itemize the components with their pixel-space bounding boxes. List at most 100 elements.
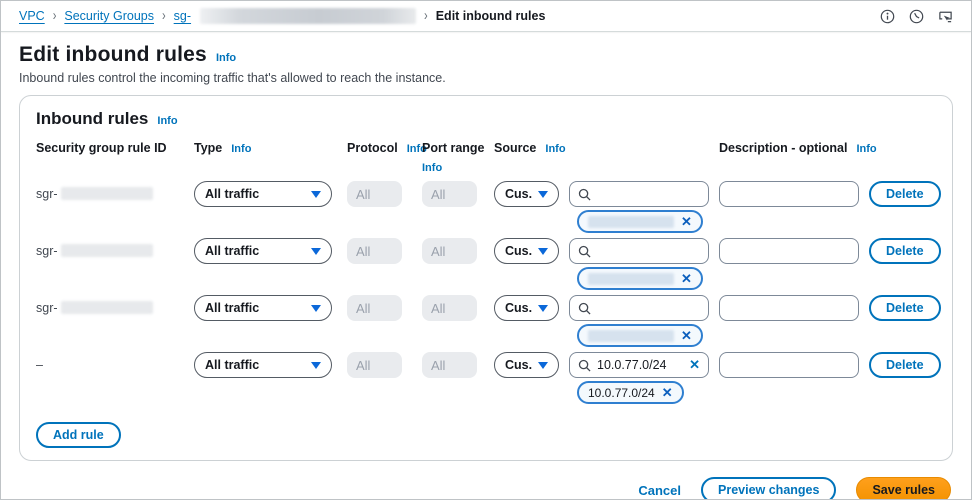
remove-token-icon[interactable]: ✕ xyxy=(681,215,692,228)
type-select[interactable]: All traffic xyxy=(194,352,332,378)
remove-token-icon[interactable]: ✕ xyxy=(681,272,692,285)
redacted-rule-id xyxy=(60,301,153,314)
source-search-input[interactable] xyxy=(597,358,684,372)
source-type-value: Cus... xyxy=(505,301,532,315)
redacted-token-text xyxy=(588,329,674,342)
page-header: Edit inbound rules Info Inbound rules co… xyxy=(1,32,971,85)
rule-id-prefix: sgr- xyxy=(36,187,58,201)
chevron-down-icon xyxy=(538,190,548,198)
delete-rule-button[interactable]: Delete xyxy=(869,238,941,264)
save-rules-button[interactable]: Save rules xyxy=(856,477,951,499)
page-title: Edit inbound rules xyxy=(19,43,207,66)
topbar-icons xyxy=(880,9,953,24)
chevron-down-icon xyxy=(311,247,321,255)
col-source: Source xyxy=(494,141,537,155)
delete-rule-button[interactable]: Delete xyxy=(869,295,941,321)
page-info-link[interactable]: Info xyxy=(216,52,236,64)
description-info-link[interactable]: Info xyxy=(856,143,876,155)
breadcrumb-security-groups[interactable]: Security Groups xyxy=(64,9,154,23)
port-range-info-link[interactable]: Info xyxy=(422,162,477,174)
source-type-select[interactable]: Cus... xyxy=(494,181,559,207)
description-input[interactable] xyxy=(719,238,859,264)
rule-id-prefix: sgr- xyxy=(36,301,58,315)
protocol-input xyxy=(347,238,402,264)
rule-id-prefix: sgr- xyxy=(36,244,58,258)
col-rule-id: Security group rule ID xyxy=(36,141,167,155)
delete-rule-button[interactable]: Delete xyxy=(869,352,941,378)
breadcrumb-current: Edit inbound rules xyxy=(435,9,546,23)
col-protocol: Protocol xyxy=(347,141,398,155)
port-range-input xyxy=(422,181,477,207)
source-token: ✕ xyxy=(577,324,703,347)
rule-row: sgr- All traffic Cus... Delete ✕ xyxy=(36,238,941,295)
cancel-button[interactable]: Cancel xyxy=(638,483,681,498)
chevron-right-icon: › xyxy=(424,8,428,24)
description-input[interactable] xyxy=(719,352,859,378)
source-type-select[interactable]: Cus... xyxy=(494,352,559,378)
footer-actions: Cancel Preview changes Save rules xyxy=(1,461,971,499)
panel-title: Inbound rules xyxy=(36,109,149,128)
chevron-down-icon xyxy=(538,304,548,312)
chevron-down-icon xyxy=(311,361,321,369)
clear-search-icon[interactable]: ✕ xyxy=(689,357,700,373)
port-range-input xyxy=(422,238,477,264)
redacted-token-text xyxy=(588,272,674,285)
feedback-icon[interactable] xyxy=(938,9,953,24)
source-token: ✕ xyxy=(577,267,703,290)
chevron-down-icon xyxy=(538,361,548,369)
breadcrumb-sg-id[interactable]: sg- xyxy=(174,9,191,23)
protocol-input xyxy=(347,181,402,207)
type-info-link[interactable]: Info xyxy=(231,143,251,155)
source-token: 10.0.77.0/24 ✕ xyxy=(577,381,684,404)
rules-list: sgr- All traffic Cus... Delete ✕ sgr- Al… xyxy=(36,181,941,409)
history-icon[interactable] xyxy=(909,9,924,24)
chevron-down-icon xyxy=(311,304,321,312)
breadcrumb-vpc[interactable]: VPC xyxy=(19,9,45,23)
source-search-box xyxy=(569,181,709,207)
source-search-input[interactable] xyxy=(597,187,700,201)
rule-id-empty: – xyxy=(36,358,43,372)
col-port-range: Port range xyxy=(422,141,485,155)
inbound-rules-panel: Inbound rules Info Security group rule I… xyxy=(19,95,953,461)
delete-rule-button[interactable]: Delete xyxy=(869,181,941,207)
remove-token-icon[interactable]: ✕ xyxy=(681,329,692,342)
chevron-down-icon xyxy=(538,247,548,255)
info-icon[interactable] xyxy=(880,9,895,24)
rule-row: sgr- All traffic Cus... Delete ✕ xyxy=(36,181,941,238)
remove-token-icon[interactable]: ✕ xyxy=(662,386,673,399)
breadcrumb-bar: VPC › Security Groups › sg- › Edit inbou… xyxy=(1,1,971,32)
token-text: 10.0.77.0/24 xyxy=(588,385,655,400)
redacted-rule-id xyxy=(60,187,153,200)
col-description: Description - optional xyxy=(719,141,848,155)
search-icon xyxy=(578,359,591,372)
redacted-sg-id xyxy=(200,8,417,24)
type-select-value: All traffic xyxy=(205,187,260,201)
source-info-link[interactable]: Info xyxy=(545,143,565,155)
source-token: ✕ xyxy=(577,210,703,233)
description-input[interactable] xyxy=(719,181,859,207)
source-type-value: Cus... xyxy=(505,358,532,372)
type-select[interactable]: All traffic xyxy=(194,181,332,207)
type-select-value: All traffic xyxy=(205,358,260,372)
add-rule-button[interactable]: Add rule xyxy=(36,422,121,448)
type-select[interactable]: All traffic xyxy=(194,238,332,264)
source-type-select[interactable]: Cus... xyxy=(494,295,559,321)
chevron-right-icon: › xyxy=(52,8,57,24)
app-window: VPC › Security Groups › sg- › Edit inbou… xyxy=(0,0,972,500)
search-icon xyxy=(578,188,591,201)
source-type-value: Cus... xyxy=(505,187,532,201)
source-search-input[interactable] xyxy=(597,301,700,315)
rule-row: sgr- All traffic Cus... Delete ✕ xyxy=(36,295,941,352)
source-type-select[interactable]: Cus... xyxy=(494,238,559,264)
panel-info-link[interactable]: Info xyxy=(157,115,177,127)
rule-row: – All traffic Cus... ✕ Delete 10.0.77.0/… xyxy=(36,352,941,409)
preview-changes-button[interactable]: Preview changes xyxy=(701,477,837,499)
type-select[interactable]: All traffic xyxy=(194,295,332,321)
redacted-token-text xyxy=(588,215,674,228)
breadcrumb: VPC › Security Groups › sg- › Edit inbou… xyxy=(19,8,545,24)
description-input[interactable] xyxy=(719,295,859,321)
redacted-rule-id xyxy=(60,244,153,257)
col-type: Type xyxy=(194,141,223,155)
source-type-value: Cus... xyxy=(505,244,532,258)
source-search-input[interactable] xyxy=(597,244,700,258)
